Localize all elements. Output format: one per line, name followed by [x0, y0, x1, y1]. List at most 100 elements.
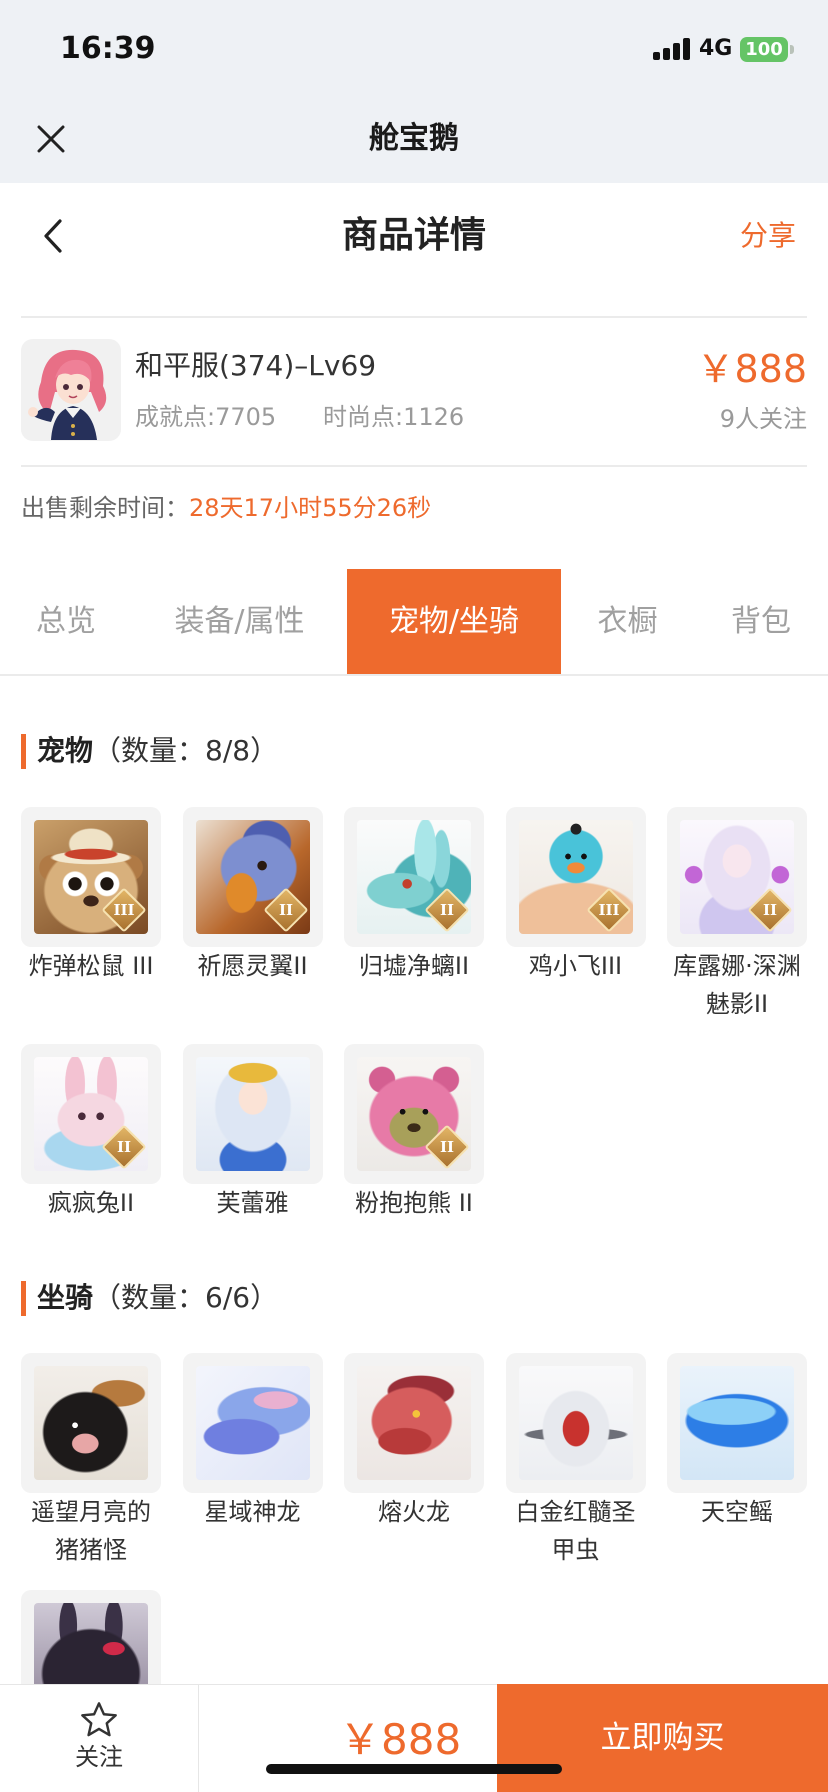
pet-image: [195, 1057, 310, 1171]
pet-name: 粉抱抱熊 II: [355, 1189, 473, 1217]
signal-bar: [653, 52, 660, 60]
mount-item[interactable]: 遥望月亮的猪猪怪: [21, 1353, 161, 1569]
pet-item[interactable]: II 祈愿灵翼II: [182, 807, 323, 985]
pets-count: （数量：8/8）: [93, 734, 279, 767]
mount-name: 熔火龙: [378, 1498, 450, 1526]
follow-button[interactable]: 关注: [0, 1685, 198, 1792]
mounts-grid: 遥望月亮的猪猪怪 星域神龙 熔火龙 白金红髓圣甲虫 天空鳐: [21, 1353, 807, 1730]
mount-thumbnail: [344, 1353, 484, 1493]
tab-bar: 总览 装备/属性 宠物/坐骑 衣橱 背包: [0, 569, 828, 676]
mount-image: [518, 1366, 633, 1480]
sale-countdown-label: 出售剩余时间：: [21, 494, 189, 522]
bottom-price: ￥888: [339, 1715, 462, 1764]
mount-image: [357, 1366, 471, 1480]
pet-item[interactable]: II 疯疯兔II: [21, 1044, 161, 1222]
mount-item[interactable]: 熔火龙: [344, 1353, 484, 1531]
section-accent-bar: [21, 1281, 26, 1316]
signal-bar: [673, 43, 680, 60]
tab-pets-mounts[interactable]: 宠物/坐骑: [347, 569, 561, 674]
mount-name: 白金红髓圣甲虫: [515, 1498, 636, 1564]
battery-level: 100: [745, 39, 783, 60]
pet-item[interactable]: II 库露娜·深渊魅影II: [667, 807, 807, 1023]
pet-name: 归墟净螭II: [358, 952, 470, 980]
achievement-points: 成就点:7705: [135, 403, 277, 431]
mounts-count: （数量：6/6）: [93, 1281, 279, 1314]
signal-bar: [663, 48, 670, 60]
level-badge-text: III: [113, 901, 135, 919]
tab-overview[interactable]: 总览: [0, 569, 132, 674]
pet-thumbnail: II: [667, 807, 807, 947]
pet-item[interactable]: III 炸弹松鼠 III: [21, 807, 161, 985]
character-name: 和平服(374)–Lv69: [135, 349, 377, 382]
pet-item[interactable]: II 归墟净螭II: [344, 807, 484, 985]
mount-thumbnail: [505, 1353, 646, 1493]
page-title: 商品详情: [341, 215, 486, 256]
divider: [21, 465, 807, 467]
mount-image: [680, 1366, 794, 1480]
pet-name: 鸡小飞III: [528, 952, 623, 980]
level-badge-text: II: [762, 901, 778, 919]
pet-thumbnail: [182, 1044, 323, 1184]
mount-thumbnail: [21, 1353, 161, 1493]
pet-item[interactable]: 芙蕾雅: [182, 1044, 323, 1222]
fashion-points: 时尚点:1126: [323, 403, 465, 431]
level-badge-text: II: [439, 1138, 455, 1156]
pets-title: 宠物: [37, 734, 94, 767]
level-badge-text: II: [278, 901, 293, 919]
product-price: ￥888: [696, 347, 807, 391]
character-portrait-image: [21, 340, 121, 440]
follower-count: 9人关注: [719, 405, 807, 433]
mounts-title: 坐骑: [37, 1281, 94, 1314]
pet-item[interactable]: II 粉抱抱熊 II: [344, 1044, 484, 1222]
follow-label: 关注: [75, 1743, 123, 1771]
sale-countdown-value: 28天17小时55分26秒: [189, 494, 432, 522]
pet-thumbnail: II: [182, 807, 323, 947]
star-icon: [81, 1702, 117, 1737]
tab-wardrobe[interactable]: 衣橱: [561, 569, 694, 674]
level-badge-text: II: [439, 901, 455, 919]
mount-thumbnail: [182, 1353, 323, 1493]
cellular-signal-icon: [653, 38, 691, 60]
mount-thumbnail: [667, 1353, 807, 1493]
home-indicator[interactable]: [266, 1764, 562, 1774]
pet-thumbnail: II: [344, 807, 484, 947]
pet-item[interactable]: III 鸡小飞III: [505, 807, 646, 985]
app-title: 舱宝鹅: [369, 121, 459, 156]
buy-now-button[interactable]: 立即购买: [497, 1684, 828, 1792]
mount-name: 遥望月亮的猪猪怪: [31, 1498, 151, 1564]
mount-item[interactable]: 天空鳐: [667, 1353, 807, 1531]
mounts-section-title: 坐骑（数量：6/6）: [21, 1279, 278, 1317]
tab-equipment-attributes[interactable]: 装备/属性: [132, 569, 347, 674]
level-badge-text: III: [597, 901, 620, 919]
pet-name: 芙蕾雅: [216, 1189, 289, 1217]
pet-thumbnail: II: [344, 1044, 484, 1184]
pet-name: 库露娜·深渊魅影II: [673, 952, 801, 1018]
network-type: 4G: [699, 36, 733, 61]
share-button[interactable]: 分享: [740, 218, 796, 254]
section-accent-bar: [21, 734, 26, 769]
pet-name: 炸弹松鼠 III: [28, 952, 154, 980]
pets-section-title: 宠物（数量：8/8）: [21, 732, 278, 770]
mount-name: 天空鳐: [701, 1498, 773, 1526]
mount-item[interactable]: 白金红髓圣甲虫: [505, 1353, 646, 1569]
bottom-action-bar: 关注 ￥888 立即购买: [0, 1684, 828, 1792]
pet-name: 祈愿灵翼II: [197, 952, 308, 980]
divider: [21, 316, 807, 318]
mount-image: [195, 1366, 310, 1480]
pet-thumbnail: II: [21, 1044, 161, 1184]
character-avatar: [21, 339, 121, 441]
sale-countdown: 出售剩余时间：28天17小时55分26秒: [21, 493, 431, 523]
signal-bar: [683, 38, 690, 60]
pet-thumbnail: III: [505, 807, 646, 947]
level-badge-text: II: [116, 1138, 132, 1156]
status-time: 16:39: [60, 31, 156, 66]
mount-image: [34, 1366, 148, 1480]
battery-icon: 100: [740, 37, 794, 62]
pet-thumbnail: III: [21, 807, 161, 947]
mount-name: 星域神龙: [204, 1498, 301, 1526]
page: 16:39 4G 100 舱宝鹅 商品详情 分享 和平服(374)–Lv69 成…: [0, 0, 828, 1792]
mount-item[interactable]: 星域神龙: [182, 1353, 323, 1531]
tab-backpack[interactable]: 背包: [694, 569, 828, 674]
divider: [198, 1685, 199, 1792]
pet-name: 疯疯兔II: [47, 1189, 135, 1217]
